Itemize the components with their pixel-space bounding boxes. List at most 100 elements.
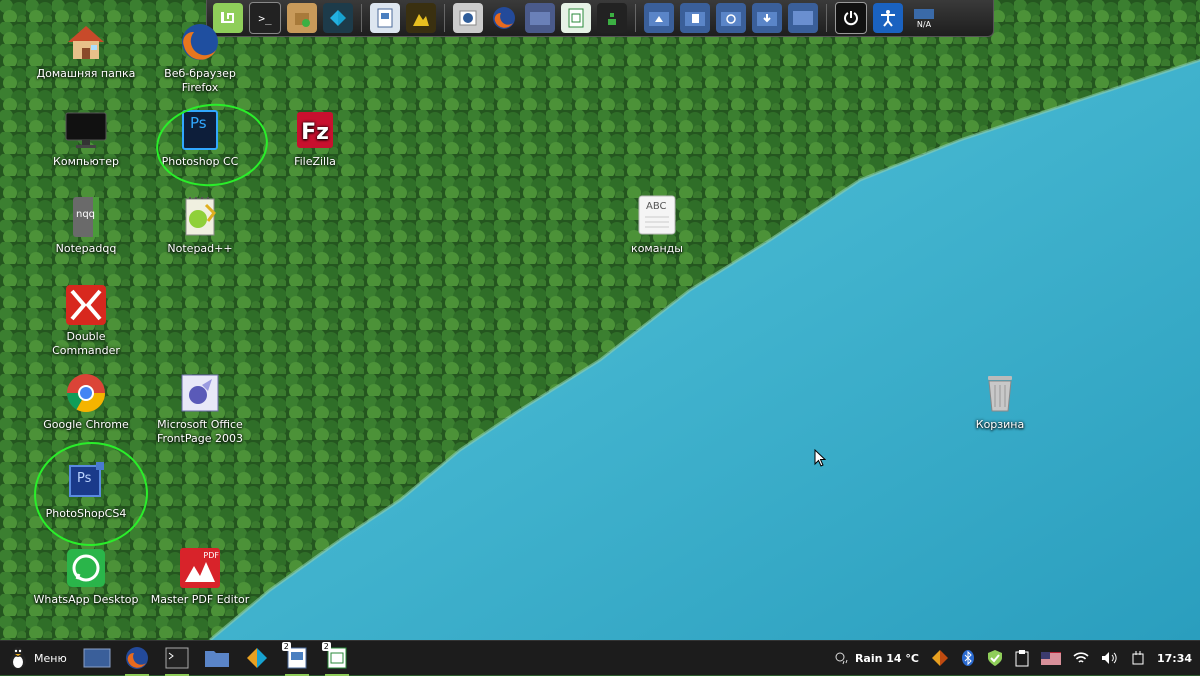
- top-dock-panel: >_ N/A: [206, 0, 994, 37]
- desktop-icon-label: Notepad++: [167, 242, 233, 255]
- svg-text:Fz: Fz: [301, 120, 329, 145]
- tray-clipboard[interactable]: [1015, 649, 1029, 667]
- commands-icon-text: ABC: [646, 201, 667, 212]
- taskbar-file-manager[interactable]: [202, 643, 232, 673]
- weather-text: Rain 14 °C: [854, 651, 919, 665]
- desktop-icon-label: Компьютер: [53, 155, 119, 168]
- dock-separator: [444, 4, 445, 32]
- power-plug-icon: [1132, 651, 1144, 665]
- spreadsheet-icon[interactable]: [561, 3, 591, 33]
- taskbar-terminal[interactable]: [162, 643, 192, 676]
- frontpage-icon: [178, 371, 222, 415]
- weather-widget-icon[interactable]: N/A: [909, 3, 939, 33]
- file-manager-icon[interactable]: [525, 3, 555, 33]
- desktop-icon-label: Google Chrome: [43, 418, 129, 431]
- kodi-icon: [246, 648, 267, 668]
- double-commander-icon: [64, 283, 108, 327]
- desktop-wallpaper: [0, 0, 1200, 640]
- taskbar-show-desktop[interactable]: [82, 643, 112, 673]
- notepadqq-icon: nqq: [64, 195, 108, 239]
- dock-separator: [635, 4, 636, 32]
- bottom-taskbar: Меню 2 2 Rain 14 °C 17:34: [0, 640, 1200, 676]
- accessibility-icon[interactable]: [873, 3, 903, 33]
- computer-monitor-icon: [64, 108, 108, 152]
- desktop-icon-trash[interactable]: Корзина: [945, 371, 1055, 432]
- desktop-icon-label: команды: [631, 242, 683, 255]
- shield-check-icon: [987, 650, 1002, 666]
- desktop-icon-firefox[interactable]: Веб-браузер Firefox: [145, 20, 255, 95]
- home-folder-icon[interactable]: [644, 3, 674, 33]
- taskbar-firefox[interactable]: [122, 643, 152, 676]
- notepadqq-icon-text: nqq: [76, 209, 96, 220]
- dock-separator: [826, 4, 827, 32]
- show-desktop-icon[interactable]: [788, 3, 818, 33]
- home-folder-icon: [64, 20, 108, 64]
- desktop-icon-label: Master PDF Editor: [150, 593, 250, 606]
- desktop-icon-computer[interactable]: Компьютер: [31, 108, 141, 169]
- tray-clock[interactable]: 17:34: [1157, 652, 1192, 665]
- tray-wifi[interactable]: [1073, 651, 1089, 665]
- menu-label: Меню: [34, 651, 67, 665]
- desktop-icon-frontpage[interactable]: Microsoft Office FrontPage 2003: [145, 371, 255, 446]
- chrome-icon: [64, 371, 108, 415]
- desktop-icon-label: Домашняя папка: [36, 67, 136, 80]
- backup-tool-icon[interactable]: [716, 3, 746, 33]
- window-count-badge: 2: [321, 642, 331, 651]
- dock-na-label: N/A: [916, 20, 932, 29]
- mouse-pointer-icon: [814, 449, 826, 467]
- folder-icon: [204, 651, 229, 667]
- tray-weather[interactable]: Rain 14 °C: [834, 651, 919, 665]
- tray-keyboard-layout[interactable]: [1040, 651, 1061, 665]
- downloads-folder-icon[interactable]: [752, 3, 782, 33]
- desktop-icon-label: Корзина: [975, 418, 1025, 431]
- notepad-plus-plus-icon: [178, 195, 222, 239]
- clipboard-icon: [1015, 650, 1029, 667]
- desktop-icon-label: Notepadqq: [55, 242, 117, 255]
- show-desktop-icon: [83, 648, 111, 668]
- terminal-icon: [165, 647, 189, 669]
- wifi-icon: [1073, 652, 1089, 663]
- desktop-icon-label: Microsoft Office FrontPage 2003: [157, 418, 243, 445]
- desktop-icon-filezilla[interactable]: Fz FileZilla: [260, 108, 370, 169]
- firefox-dock-icon[interactable]: [489, 3, 519, 33]
- kodi-tray-icon: [931, 650, 948, 666]
- desktop-icon-commands[interactable]: ABC команды: [602, 195, 712, 256]
- us-flag-icon: [1040, 651, 1061, 665]
- tray-bluetooth[interactable]: [961, 649, 975, 667]
- package-installer-icon[interactable]: [287, 3, 317, 33]
- desktop-icon-google-chrome[interactable]: Google Chrome: [31, 371, 141, 432]
- documents-folder-icon[interactable]: [680, 3, 710, 33]
- taskbar-document-viewer-group[interactable]: 2: [281, 642, 312, 676]
- window-count-badge: 2: [281, 642, 291, 651]
- desktop-icon-notepadqq[interactable]: nqq Notepadqq: [31, 195, 141, 256]
- weather-rain-icon: [835, 652, 848, 665]
- document-viewer-icon[interactable]: [370, 3, 400, 33]
- desktop-icon-master-pdf-editor[interactable]: PDF Master PDF Editor: [145, 546, 255, 607]
- taskbar-kodi[interactable]: [242, 643, 272, 673]
- tray-volume[interactable]: [1101, 651, 1119, 665]
- kodi-icon[interactable]: [323, 3, 353, 33]
- system-monitor-icon[interactable]: [597, 3, 627, 33]
- volume-icon: [1101, 652, 1117, 664]
- filezilla-icon: Fz: [293, 108, 337, 152]
- desktop-icon-label: WhatsApp Desktop: [33, 593, 139, 606]
- tray-kodi[interactable]: [931, 649, 949, 667]
- tray-update-shield[interactable]: [987, 649, 1003, 667]
- clock-text: 17:34: [1156, 651, 1192, 665]
- taskbar-spreadsheet-group[interactable]: 2: [321, 642, 352, 676]
- desktop-icon-label: FileZilla: [294, 155, 336, 168]
- bluetooth-icon: [961, 650, 974, 666]
- desktop-icon-whatsapp[interactable]: WhatsApp Desktop: [31, 546, 141, 607]
- firefox-icon: [125, 647, 148, 669]
- tux-icon: [10, 647, 26, 669]
- desktop-icon-double-commander[interactable]: Double Commander: [31, 283, 141, 358]
- desktop-icon-notepad-plus-plus[interactable]: Notepad++: [145, 195, 255, 256]
- thunderbird-icon[interactable]: [453, 3, 483, 33]
- image-viewer-icon[interactable]: [406, 3, 436, 33]
- desktop-icon-home-folder[interactable]: Домашняя папка: [31, 20, 141, 81]
- pdf-badge-text: PDF: [203, 551, 219, 560]
- power-icon[interactable]: [835, 2, 867, 34]
- menu-button[interactable]: Меню: [0, 641, 77, 675]
- tray-power[interactable]: [1131, 650, 1145, 666]
- whatsapp-icon: [64, 546, 108, 590]
